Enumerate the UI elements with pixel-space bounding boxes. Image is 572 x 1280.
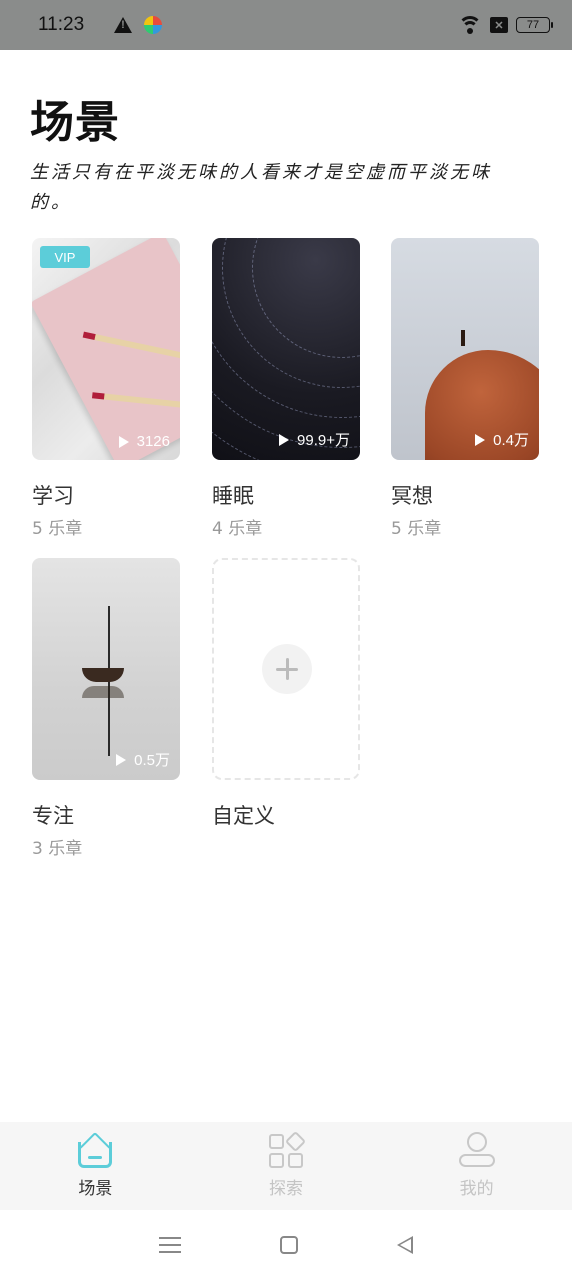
home-icon: [76, 1131, 114, 1168]
status-bar: 11:23 ✕ 77: [0, 0, 572, 50]
plus-icon: [262, 644, 312, 694]
play-icon: [118, 435, 129, 448]
play-icon: [475, 433, 486, 446]
play-icon: [116, 753, 127, 766]
no-sim-icon: ✕: [490, 17, 508, 33]
battery-icon: 77: [516, 17, 553, 33]
nav-item-profile[interactable]: 我的: [381, 1122, 572, 1210]
scene-card-custom[interactable]: 自定义: [212, 558, 362, 830]
back-icon[interactable]: [396, 1236, 413, 1254]
menu-icon[interactable]: [159, 1237, 182, 1253]
scene-thumbnail[interactable]: 99.9+万: [212, 238, 360, 460]
scene-name: 冥想: [391, 484, 433, 508]
nav-label: 探索: [269, 1179, 303, 1199]
warning-icon: [114, 17, 133, 33]
person-image: [461, 330, 465, 346]
profile-icon: [458, 1132, 496, 1168]
play-count-value: 99.9+万: [297, 432, 350, 449]
explore-icon: [267, 1130, 307, 1168]
play-count-value: 0.5万: [134, 752, 170, 769]
scene-thumbnail[interactable]: VIP 3126: [32, 238, 180, 460]
scene-card-sleep[interactable]: 99.9+万 睡眠 4 乐章: [212, 238, 362, 539]
nav-label: 场景: [78, 1179, 113, 1199]
boat-image: [82, 668, 124, 682]
scene-track-count: 5 乐章: [391, 519, 442, 539]
play-count: 3126: [118, 433, 170, 450]
page-title: 场景: [30, 97, 120, 148]
play-icon: [279, 433, 290, 446]
scene-name: 专注: [32, 804, 74, 828]
home-square-icon[interactable]: [279, 1236, 298, 1254]
boat-reflection: [82, 686, 124, 698]
app-notification-icon: [144, 16, 163, 34]
page-subtitle: 生活只有在平淡无味的人看来才是空虚而平淡无味的。: [30, 162, 492, 213]
system-nav-bar: [0, 1210, 572, 1280]
scene-track-count: 5 乐章: [32, 519, 83, 539]
play-count-value: 3126: [136, 433, 170, 450]
play-count: 0.5万: [116, 749, 170, 770]
scene-card-focus[interactable]: 0.5万 专注 3 乐章: [32, 558, 182, 859]
nav-label: 我的: [459, 1179, 494, 1199]
scene-thumbnail[interactable]: 0.5万: [32, 558, 180, 780]
scene-name: 学习: [32, 484, 74, 508]
play-count: 99.9+万: [279, 429, 350, 450]
scene-track-count: 4 乐章: [212, 519, 263, 539]
scene-thumbnail[interactable]: 0.4万: [391, 238, 539, 460]
play-count-value: 0.4万: [493, 432, 529, 449]
bottom-nav: 场景 探索 我的: [0, 1122, 572, 1210]
status-right: ✕ 77: [458, 16, 553, 34]
vip-badge: VIP: [40, 246, 90, 268]
add-custom-scene-button[interactable]: [212, 558, 360, 780]
scene-track-count: 3 乐章: [32, 839, 83, 859]
nav-item-scenes[interactable]: 场景: [0, 1122, 191, 1210]
scene-name: 睡眠: [212, 484, 254, 508]
nav-item-explore[interactable]: 探索: [191, 1122, 382, 1210]
star-trail: [212, 238, 360, 460]
scene-card-meditate[interactable]: 0.4万 冥想 5 乐章: [391, 238, 541, 539]
scene-name: 自定义: [212, 804, 275, 828]
play-count: 0.4万: [475, 429, 529, 450]
wifi-icon: [458, 16, 482, 34]
scene-card-study[interactable]: VIP 3126 学习 5 乐章: [32, 238, 182, 539]
status-time: 11:23: [38, 14, 85, 35]
